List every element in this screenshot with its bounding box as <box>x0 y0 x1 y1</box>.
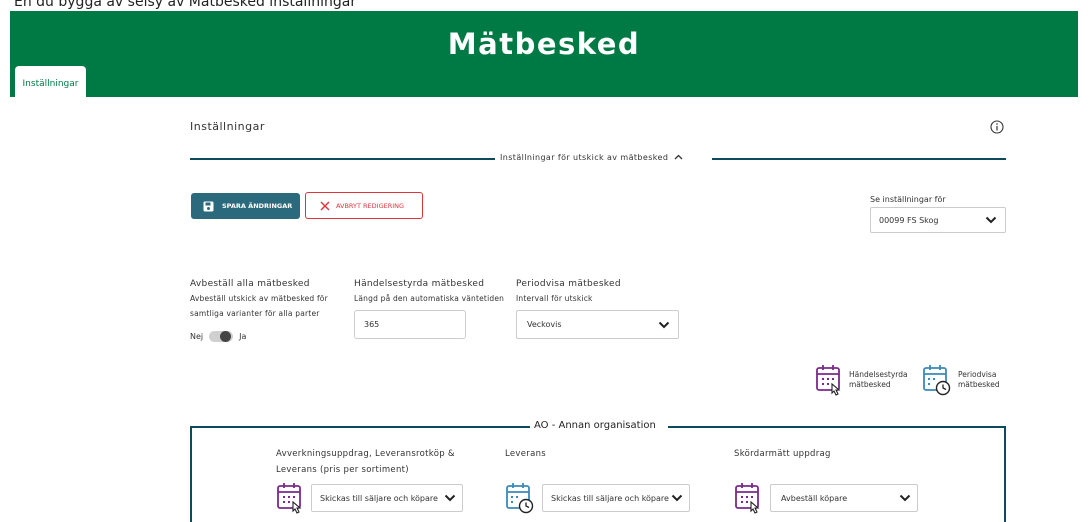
cancel-button-label: AVBRYT REDIGERING <box>336 201 405 210</box>
legend-event-label: Händelsestyrda mätbesked <box>849 370 908 390</box>
event-driven-description: Längd på den automatiska väntetiden <box>354 294 505 303</box>
ao-line-right <box>668 426 1006 428</box>
periodic-calendar-icon <box>506 483 534 514</box>
chevron-down-icon <box>671 494 683 502</box>
save-button-label: SPARA ÄNDRINGAR <box>222 202 293 210</box>
legend-periodic-line1: Periodvisa <box>958 370 997 379</box>
periodic-heading: Periodvisa mätbesked <box>516 279 621 289</box>
ao-col2-select[interactable]: Skickas till säljare och köpare <box>542 484 690 512</box>
legend-event-line2: mätbesked <box>849 380 891 389</box>
ao-line-left <box>190 426 530 428</box>
divider-right <box>712 158 1006 160</box>
cancel-all-toggle[interactable] <box>209 331 234 342</box>
toggle-off-label: Nej <box>190 332 204 341</box>
organisation-select[interactable]: 00099 FS Skog <box>870 207 1006 233</box>
ao-col2-select-value: Skickas till säljare och köpare <box>551 493 669 503</box>
chevron-down-icon <box>658 321 670 328</box>
save-button[interactable]: SPARA ÄNDRINGAR <box>191 193 300 219</box>
ao-col1-heading-line1: Avverkningsuppdrag, Leveransrotköp & <box>276 449 455 459</box>
event-calendar-icon <box>735 483 760 514</box>
cancel-button[interactable]: AVBRYT REDIGERING <box>305 192 423 219</box>
settings-collapse-toggle[interactable]: Inställningar för utskick av mätbesked <box>500 153 683 162</box>
chevron-down-icon <box>985 216 997 224</box>
cancel-all-description: Avbeställ utskick av mätbesked för samtl… <box>190 291 328 321</box>
close-icon <box>320 201 330 210</box>
view-for-label: Se inställningar för <box>870 195 946 204</box>
page-title: Mätbesked <box>447 27 641 61</box>
ao-col3-heading: Skördarmätt uppdrag <box>734 449 831 459</box>
divider-left <box>190 158 495 160</box>
interval-select[interactable]: Veckovis <box>516 310 679 339</box>
legend-periodic: Periodvisa mätbesked <box>922 364 1000 396</box>
app-header: Mätbesked Inställningar <box>10 11 1078 99</box>
legend-periodic-label: Periodvisa mätbesked <box>958 370 1000 390</box>
chevron-down-icon <box>444 494 456 502</box>
ao-label: AO - Annan organisation <box>534 420 656 431</box>
ao-col3-select-value: Avbeställ köpare <box>781 493 848 503</box>
ao-col1-heading: Avverkningsuppdrag, Leveransrotköp & Lev… <box>276 446 455 478</box>
chevron-up-icon <box>674 154 683 160</box>
ao-col1-heading-line2: Leverans (pris per sortiment) <box>276 465 409 475</box>
toggle-on-label: Ja <box>239 332 247 341</box>
tab-settings[interactable]: Inställningar <box>15 66 86 99</box>
legend-periodic-line2: mätbesked <box>958 380 1000 389</box>
cancel-all-description-line1: Avbeställ utskick av mätbesked för <box>190 294 328 303</box>
legend-event-line1: Händelsestyrda <box>849 370 908 379</box>
floppy-disk-icon <box>203 201 214 211</box>
chevron-down-icon <box>899 494 911 502</box>
event-calendar-icon <box>816 365 841 396</box>
ao-col1-select-value: Skickas till säljare och köpare <box>320 493 438 503</box>
periodic-calendar-icon <box>923 365 951 396</box>
cancel-all-toggle-row: Nej Ja <box>190 331 246 342</box>
info-icon[interactable] <box>990 120 1004 134</box>
cancel-all-heading: Avbeställ alla mätbesked <box>190 279 310 289</box>
interval-select-value: Veckovis <box>527 320 562 329</box>
event-driven-heading: Händelsestyrda mätbesked <box>354 279 485 289</box>
ao-col1-select[interactable]: Skickas till säljare och köpare <box>311 484 463 512</box>
divider-label: Inställningar för utskick av mätbesked <box>500 153 669 162</box>
clipped-heading: En du bygga av selsy av Mätbesked instäl… <box>14 0 357 10</box>
cancel-all-description-line2: samtliga varianter för alla parter <box>190 309 320 318</box>
legend-event-driven: Händelsestyrda mätbesked <box>815 364 908 396</box>
toggle-knob <box>220 331 232 342</box>
wait-time-input[interactable]: 365 <box>354 310 466 339</box>
ao-col3-select[interactable]: Avbeställ köpare <box>770 484 918 512</box>
event-calendar-icon <box>277 483 302 514</box>
section-title: Inställningar <box>190 120 265 133</box>
ao-col2-heading: Leverans <box>505 449 546 459</box>
organisation-select-value: 00099 FS Skog <box>879 215 939 225</box>
periodic-description: Intervall för utskick <box>516 294 593 303</box>
